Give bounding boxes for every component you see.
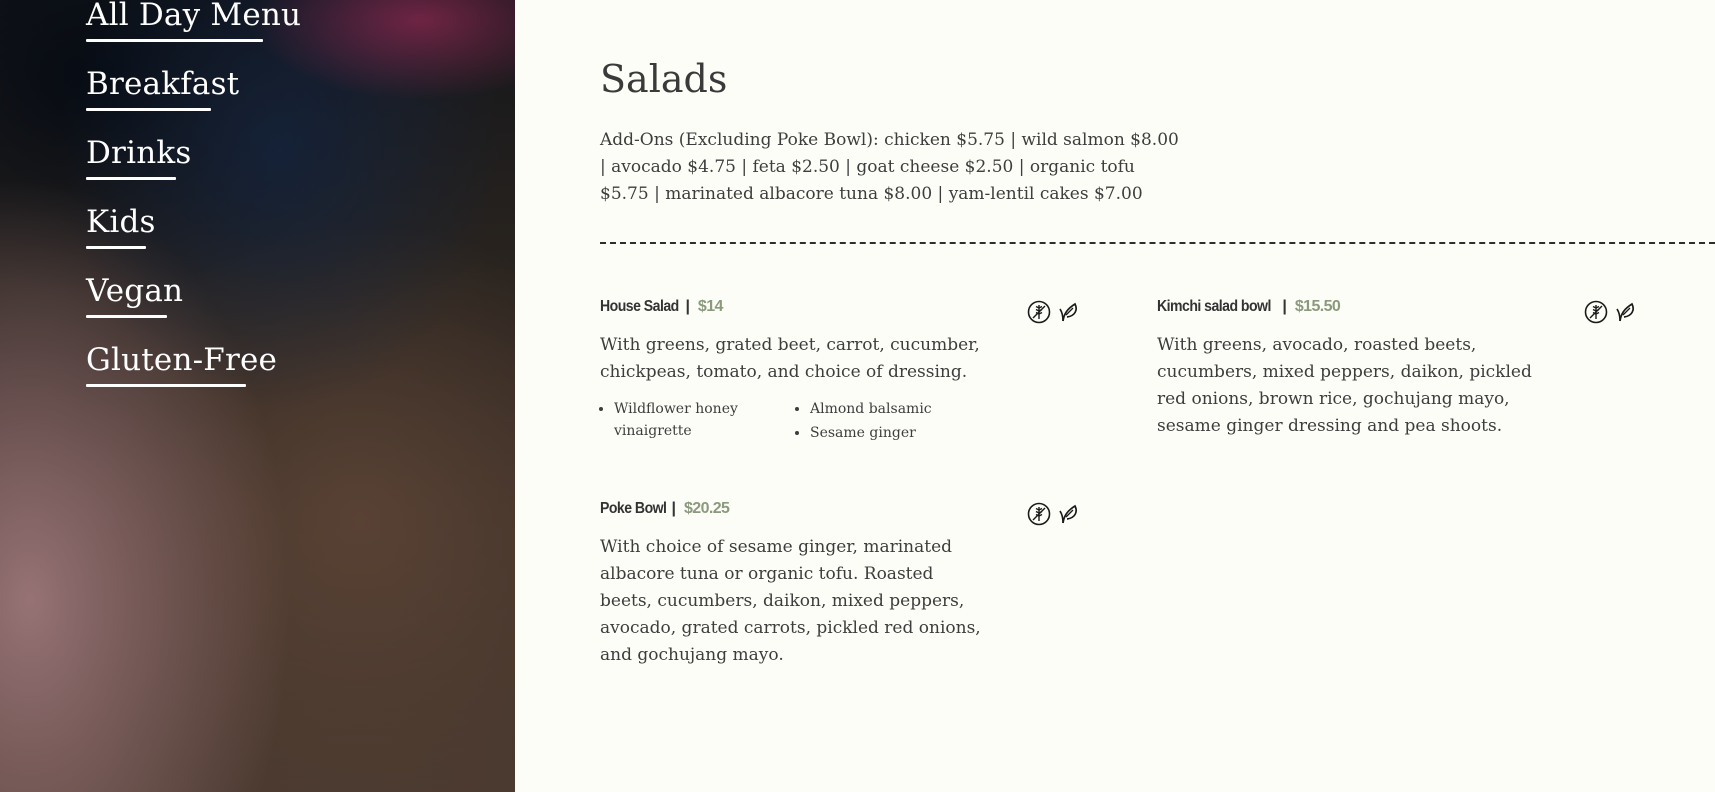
- menu-item-house-salad: House Salad | $14 With greens, grated be…: [600, 298, 1077, 446]
- nav-underline: [86, 246, 146, 249]
- nav-link-gluten-free[interactable]: Gluten-Free: [86, 323, 277, 387]
- item-description: With choice of sesame ginger, marinated …: [600, 537, 981, 665]
- dressing-list: Wildflower honey vinaigrette: [600, 398, 796, 446]
- item-header: House Salad | $14: [600, 298, 1010, 322]
- nav-label: All Day Menu: [86, 0, 302, 33]
- nav-link-vegan[interactable]: Vegan: [86, 254, 183, 318]
- list-item: Sesame ginger: [810, 422, 932, 444]
- vegan-leaf-icon: [1616, 302, 1634, 322]
- nav-label: Gluten-Free: [86, 342, 278, 378]
- item-separator: |: [1282, 298, 1287, 315]
- gluten-free-icon: [1027, 300, 1051, 324]
- item-description: With greens, avocado, roasted beets, cuc…: [1157, 335, 1532, 436]
- nav-link-all-day-menu[interactable]: All Day Menu: [86, 0, 301, 42]
- section-title: Salads: [600, 57, 728, 101]
- nav-item-vegan: Vegan: [86, 254, 301, 323]
- menu-item-kimchi-salad-bowl: Kimchi salad bowl | $15.50 With greens, …: [1157, 298, 1634, 440]
- menu-content: Salads Add-Ons (Excluding Poke Bowl): ch…: [515, 0, 1715, 792]
- menu-item-poke-bowl: Poke Bowl | $20.25 With choice of sesame…: [600, 500, 1077, 669]
- addons-text: Add-Ons (Excluding Poke Bowl): chicken $…: [600, 130, 1179, 204]
- nav-item-drinks: Drinks: [86, 116, 301, 185]
- nav-underline: [86, 177, 176, 180]
- item-name: Kimchi salad bowl: [1157, 298, 1271, 315]
- item-name: House Salad: [600, 298, 679, 315]
- item-diet-icons: [1027, 502, 1081, 526]
- item-name: Poke Bowl: [600, 500, 667, 517]
- nav-label: Kids: [86, 204, 156, 240]
- nav-underline: [86, 108, 211, 111]
- item-header: Kimchi salad bowl | $15.50: [1157, 298, 1567, 322]
- item-diet-icons: [1584, 300, 1638, 324]
- item-separator: |: [671, 500, 676, 517]
- gluten-free-icon: [1584, 300, 1608, 324]
- sidebar: All Day Menu Breakfast Drinks Kids Vegan…: [0, 0, 515, 792]
- nav-item-breakfast: Breakfast: [86, 47, 301, 116]
- nav-underline: [86, 384, 246, 387]
- item-price: $20.25: [684, 500, 730, 517]
- gluten-free-icon: [1027, 502, 1051, 526]
- item-separator: |: [685, 298, 690, 315]
- nav-item-all-day-menu: All Day Menu: [86, 0, 301, 47]
- nav-link-drinks[interactable]: Drinks: [86, 116, 191, 180]
- vegan-leaf-icon: [1059, 302, 1077, 322]
- item-header: Poke Bowl | $20.25: [600, 500, 1010, 524]
- item-price: $15.50: [1294, 298, 1341, 315]
- list-item: Almond balsamic: [810, 398, 932, 420]
- nav-label: Vegan: [86, 273, 184, 309]
- dressing-options: Wildflower honey vinaigrette Almond bals…: [600, 398, 1010, 446]
- item-diet-icons: [1027, 300, 1081, 324]
- dressing-list: Almond balsamic Sesame ginger: [796, 398, 932, 446]
- item-price: $14: [697, 298, 724, 315]
- vegan-leaf-icon: [1059, 504, 1077, 524]
- nav-item-gluten-free: Gluten-Free: [86, 323, 301, 392]
- nav-link-kids[interactable]: Kids: [86, 185, 156, 249]
- menu-nav: All Day Menu Breakfast Drinks Kids Vegan…: [86, 0, 301, 392]
- nav-label: Drinks: [86, 135, 192, 171]
- list-item: Wildflower honey vinaigrette: [614, 398, 796, 442]
- nav-underline: [86, 315, 167, 318]
- nav-item-kids: Kids: [86, 185, 301, 254]
- nav-link-breakfast[interactable]: Breakfast: [86, 47, 239, 111]
- item-description: With greens, grated beet, carrot, cucumb…: [600, 335, 980, 382]
- section-divider: [600, 242, 1715, 244]
- nav-label: Breakfast: [86, 66, 240, 102]
- nav-underline: [86, 39, 263, 42]
